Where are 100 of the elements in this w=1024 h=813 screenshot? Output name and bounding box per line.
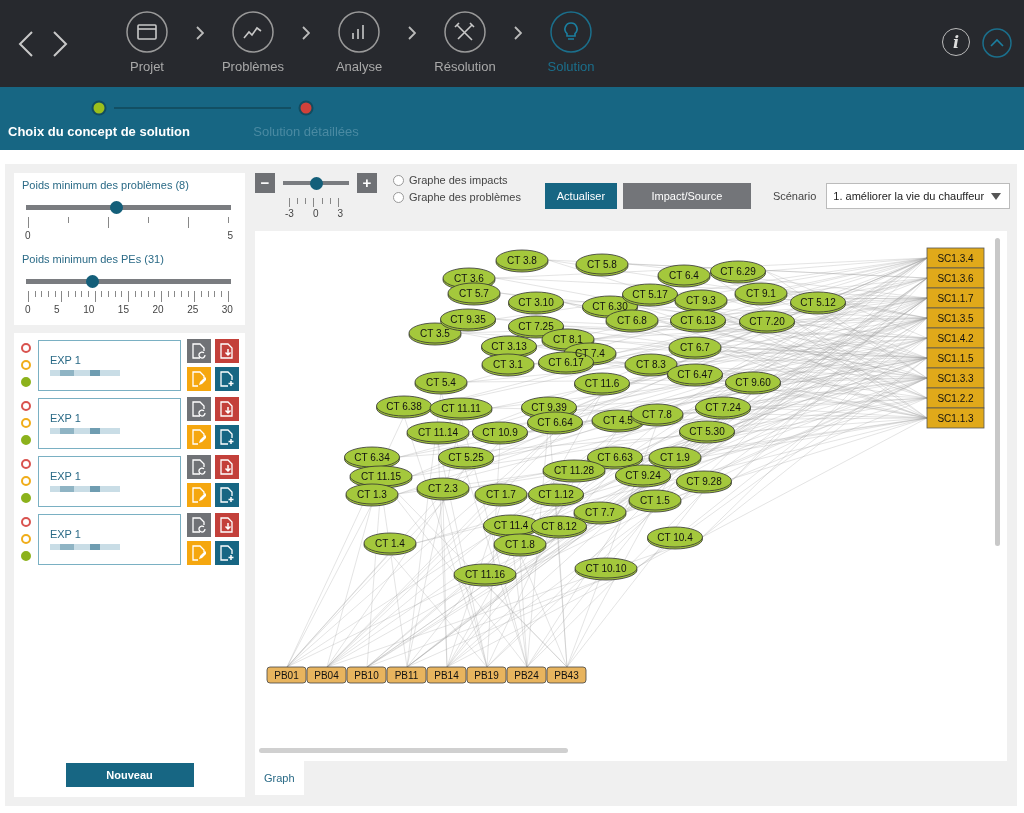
node-label: CT 8.1 xyxy=(553,334,583,345)
node-label: CT 7.20 xyxy=(749,316,785,327)
node-label: CT 10.4 xyxy=(657,532,693,543)
tick-label: 25 xyxy=(187,304,199,315)
zoom-out-button[interactable]: − xyxy=(255,173,275,193)
node-label: CT 8.12 xyxy=(541,521,577,532)
experiment-card[interactable]: EXP 1 xyxy=(37,513,181,565)
node-label: CT 11.4 xyxy=(493,520,529,531)
node-label: CT 5.8 xyxy=(587,259,617,270)
tick-label: 5 xyxy=(54,304,60,315)
source-node[interactable]: SC1.2.2 xyxy=(926,387,985,409)
node-label: CT 11.6 xyxy=(584,378,620,389)
problem-node[interactable]: PB24 xyxy=(506,666,547,684)
step-tab[interactable]: Projet xyxy=(106,11,188,74)
node-label: CT 6.34 xyxy=(354,452,390,463)
source-node[interactable]: SC1.3.5 xyxy=(926,307,985,329)
node-label: CT 6.47 xyxy=(677,369,713,380)
tick-label: 15 xyxy=(117,304,129,315)
node-label: CT 9.35 xyxy=(450,314,486,325)
step-tab[interactable]: Résolution xyxy=(424,11,506,74)
node-label: CT 1.8 xyxy=(505,539,535,550)
node-label: CT 5.12 xyxy=(800,297,836,308)
node-label: CT 6.8 xyxy=(617,315,647,326)
graph-mode-radio[interactable]: Graphe des problèmes xyxy=(393,191,521,203)
node-label: CT 2.3 xyxy=(428,483,458,494)
substep-tab[interactable]: Choix du concept de solution xyxy=(8,124,190,139)
node-label: CT 1.9 xyxy=(660,452,690,463)
node-label: CT 1.5 xyxy=(640,495,670,506)
problem-node[interactable]: PB04 xyxy=(306,666,347,684)
node-label: CT 3.10 xyxy=(518,297,554,308)
node-label: CT 11.16 xyxy=(464,569,506,580)
node-label: CT 4.5 xyxy=(603,415,633,426)
graph-tab[interactable]: Graph xyxy=(255,761,304,795)
zoom-in-button[interactable]: + xyxy=(357,173,377,193)
problem-node[interactable]: PB10 xyxy=(346,666,387,684)
problem-node[interactable]: PB43 xyxy=(546,666,587,684)
problem-node[interactable]: PB11 xyxy=(386,666,427,684)
slider-label: Poids minimum des PEs (31) xyxy=(22,253,165,265)
node-label: CT 6.4 xyxy=(669,270,699,281)
scenario-dropdown[interactable]: 1. améliorer la vie du chauffeur xyxy=(826,183,1011,209)
experiment-title: EXP 1 xyxy=(49,411,82,424)
impact-source-button[interactable]: Impact/Source xyxy=(622,183,751,209)
node-label: CT 5.4 xyxy=(426,377,456,388)
tick-label: 0 xyxy=(312,208,319,219)
node-label: CT 8.3 xyxy=(636,359,666,370)
experiment-card[interactable]: EXP 1 xyxy=(37,455,181,507)
node-label: CT 1.3 xyxy=(357,489,387,500)
node-label: CT 3.5 xyxy=(420,328,450,339)
experiment-title: EXP 1 xyxy=(49,469,82,482)
step-tab[interactable]: Analyse xyxy=(318,11,400,74)
tick-label: 10 xyxy=(83,304,95,315)
node-label: CT 6.13 xyxy=(680,315,716,326)
node-label: CT 11.11 xyxy=(441,403,481,414)
source-node[interactable]: SC1.1.3 xyxy=(926,407,985,429)
node-label: CT 9.1 xyxy=(746,288,776,299)
tick-label: 5 xyxy=(227,230,233,241)
node-label: CT 9.28 xyxy=(686,476,722,487)
node-label: CT 3.13 xyxy=(491,341,527,352)
node-label: CT 5.7 xyxy=(459,288,489,299)
problem-node[interactable]: PB14 xyxy=(426,666,467,684)
slider-label: Poids minimum des problèmes (8) xyxy=(22,179,190,191)
experiment-title: EXP 1 xyxy=(49,353,82,366)
node-label: CT 6.38 xyxy=(386,401,422,412)
experiment-card[interactable]: EXP 1 xyxy=(37,339,181,391)
node-label: CT 10.10 xyxy=(585,563,627,574)
tick-label: 3 xyxy=(337,208,343,219)
source-node[interactable]: SC1.3.3 xyxy=(926,367,985,389)
node-label: CT 10.9 xyxy=(482,427,518,438)
problem-node[interactable]: PB19 xyxy=(466,666,507,684)
node-label: CT 7.4 xyxy=(575,348,605,359)
experiment-card[interactable]: EXP 1 xyxy=(37,397,181,449)
node-label: CT 6.7 xyxy=(680,342,710,353)
node-label: CT 7.8 xyxy=(642,409,672,420)
new-button[interactable]: Nouveau xyxy=(65,763,194,787)
node-label: CT 1.7 xyxy=(486,489,516,500)
node-label: CT 6.30 xyxy=(592,301,628,312)
experiment-title: EXP 1 xyxy=(49,527,82,540)
source-node[interactable]: SC1.3.6 xyxy=(926,267,985,289)
scenario-label: Scénario xyxy=(772,190,817,202)
node-label: CT 1.12 xyxy=(538,489,574,500)
node-label: CT 11.28 xyxy=(553,465,595,476)
node-label: CT 9.39 xyxy=(531,402,567,413)
tick-label: 20 xyxy=(152,304,164,315)
step-tab[interactable]: Problèmes xyxy=(212,11,294,74)
node-label: CT 9.24 xyxy=(625,470,661,481)
node-label: CT 6.17 xyxy=(548,357,584,368)
refresh-button[interactable]: Actualiser xyxy=(544,183,617,209)
tick-label: 30 xyxy=(221,304,233,315)
problem-node[interactable]: PB01 xyxy=(266,666,307,684)
node-label: CT 7.25 xyxy=(518,321,554,332)
source-node[interactable]: SC1.3.4 xyxy=(926,247,985,269)
node-label: CT 1.4 xyxy=(375,538,405,549)
graph-mode-radio[interactable]: Graphe des impacts xyxy=(393,174,521,186)
source-node[interactable]: SC1.1.7 xyxy=(926,287,985,309)
tick-label: 0 xyxy=(25,304,31,315)
node-label: CT 5.25 xyxy=(448,452,484,463)
tick-label: 0 xyxy=(25,230,31,241)
source-node[interactable]: SC1.4.2 xyxy=(926,327,985,349)
node-label: CT 11.15 xyxy=(360,471,402,482)
source-node[interactable]: SC1.1.5 xyxy=(926,347,985,369)
